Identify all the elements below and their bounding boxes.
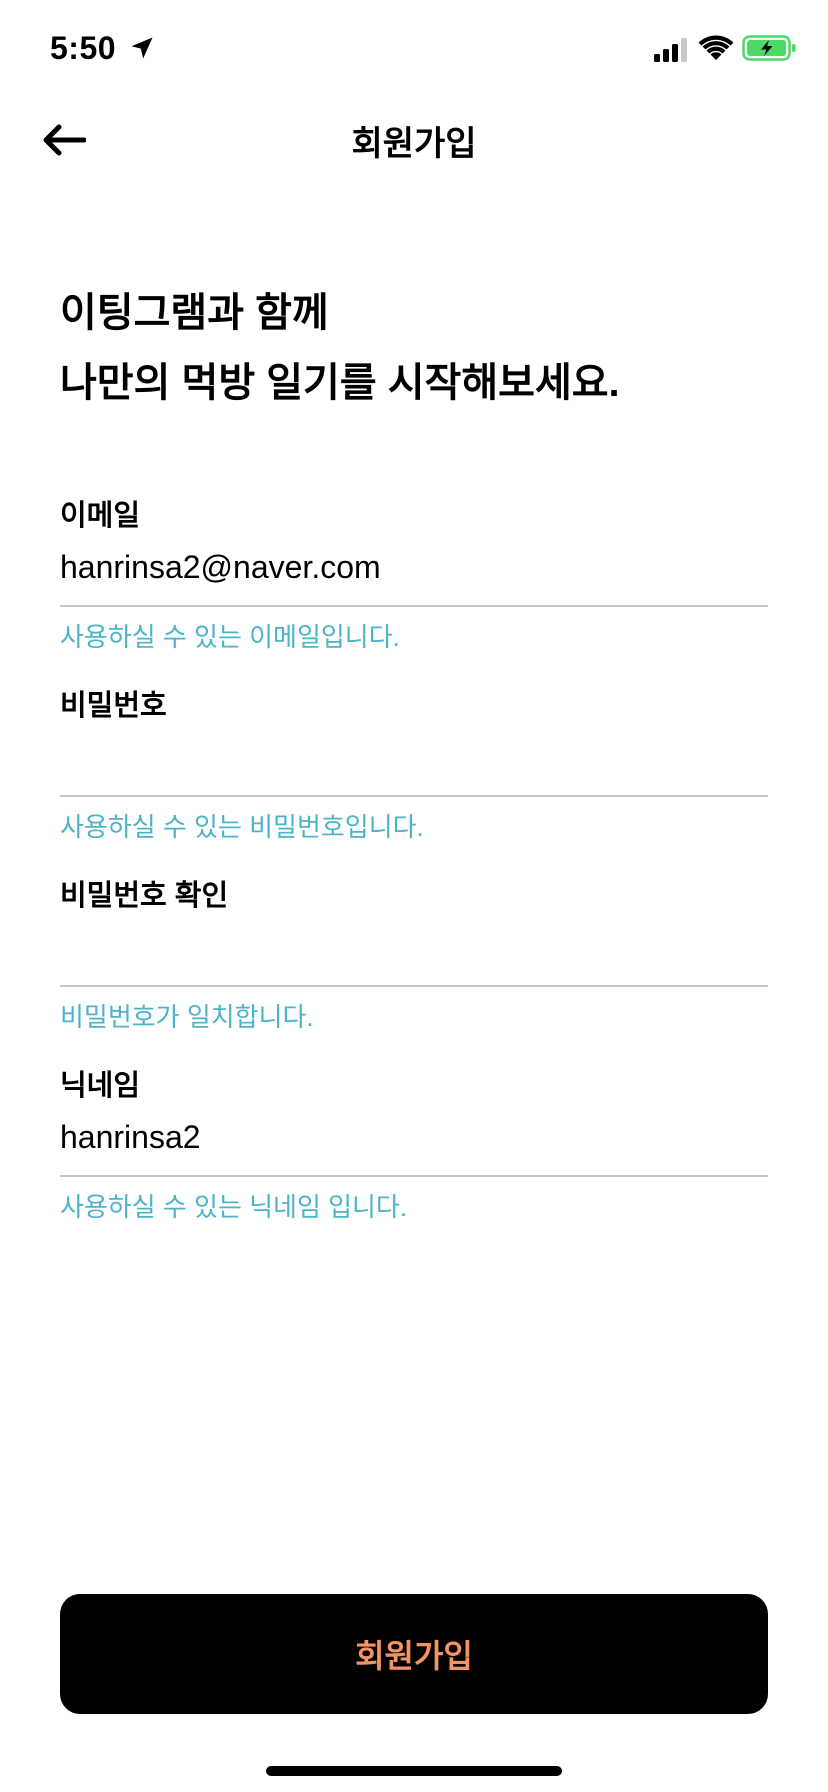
location-arrow-icon bbox=[131, 37, 153, 59]
wifi-icon bbox=[698, 35, 734, 60]
email-field[interactable] bbox=[60, 542, 768, 592]
email-field-group: 이메일 사용하실 수 있는 이메일입니다. bbox=[60, 492, 768, 662]
password-confirm-label: 비밀번호 확인 bbox=[60, 880, 229, 912]
welcome-heading: 이팅그램과 함께 나만의 먹방 일기를 시작해보세요. bbox=[60, 278, 780, 418]
status-time: 5:50 bbox=[50, 30, 117, 66]
nickname-hint: 사용하실 수 있는 닉네임 입니다. bbox=[60, 1192, 408, 1222]
password-confirm-hint: 비밀번호가 일치합니다. bbox=[60, 1002, 314, 1032]
signup-submit-button[interactable]: 회원가입 bbox=[60, 1594, 768, 1714]
email-hint: 사용하실 수 있는 이메일입니다. bbox=[60, 622, 400, 652]
page-title: 회원가입 bbox=[351, 125, 477, 163]
password-confirm-underline bbox=[60, 985, 768, 987]
nickname-field[interactable] bbox=[60, 1112, 768, 1162]
home-indicator bbox=[266, 1766, 562, 1776]
email-underline bbox=[60, 605, 768, 607]
password-field-group: 비밀번호 사용하실 수 있는 비밀번호입니다. bbox=[60, 682, 768, 852]
welcome-heading-line2: 나만의 먹방 일기를 시작해보세요. bbox=[60, 361, 620, 405]
password-label: 비밀번호 bbox=[60, 690, 167, 722]
password-hint: 사용하실 수 있는 비밀번호입니다. bbox=[60, 812, 424, 842]
welcome-heading-line1: 이팅그램과 함께 bbox=[60, 291, 329, 335]
email-label: 이메일 bbox=[60, 500, 141, 532]
nickname-underline bbox=[60, 1175, 768, 1177]
battery-charging-icon bbox=[742, 35, 796, 61]
cellular-signal-icon bbox=[654, 38, 687, 62]
password-confirm-field[interactable] bbox=[60, 922, 768, 972]
nickname-field-group: 닉네임 사용하실 수 있는 닉네임 입니다. bbox=[60, 1062, 768, 1232]
password-underline bbox=[60, 795, 768, 797]
password-confirm-field-group: 비밀번호 확인 비밀번호가 일치합니다. bbox=[60, 872, 768, 1042]
status-bar: 5:50 bbox=[0, 0, 828, 100]
nickname-label: 닉네임 bbox=[60, 1070, 141, 1102]
password-field[interactable] bbox=[60, 732, 768, 782]
